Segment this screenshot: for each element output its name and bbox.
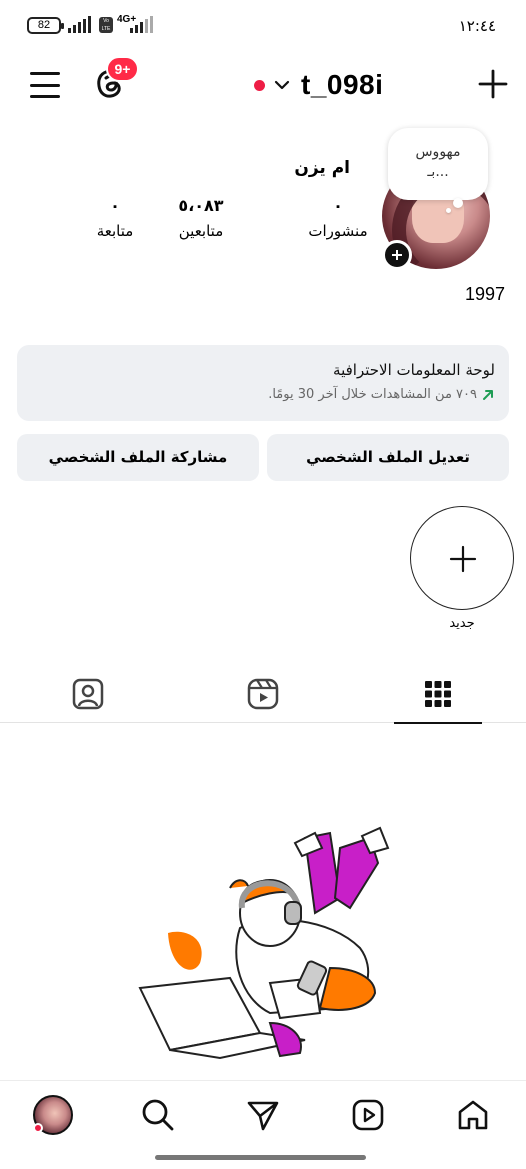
nav-messages[interactable] <box>243 1095 283 1135</box>
tab-reels[interactable] <box>219 665 307 723</box>
new-highlight-button[interactable] <box>410 506 514 610</box>
battery-indicator: 82 <box>27 17 64 34</box>
note-text-line1: مهووس <box>415 144 461 160</box>
following-label: متابعة <box>96 222 134 240</box>
notification-badge: 9+ <box>106 56 139 82</box>
add-story-icon[interactable] <box>382 240 412 270</box>
profile-username: t_098i <box>301 69 384 100</box>
reels-nav-icon <box>352 1099 384 1131</box>
profile-tabs <box>0 665 526 724</box>
nav-profile[interactable] <box>33 1095 73 1135</box>
signal-icon <box>68 16 91 33</box>
plus-icon <box>449 545 477 573</box>
stat-following[interactable]: ٠ متابعة <box>60 196 170 240</box>
posts-count: ٠ <box>333 196 343 215</box>
reels-icon <box>247 678 279 710</box>
tab-grid[interactable] <box>394 665 482 724</box>
home-icon <box>458 1100 488 1130</box>
status-dot <box>254 79 265 91</box>
home-indicator[interactable] <box>155 1155 366 1160</box>
display-name: ام يزن <box>294 158 350 178</box>
dashboard-title: لوحة المعلومات الاحترافية <box>333 361 495 379</box>
create-icon[interactable] <box>478 69 508 99</box>
signal-2-icon <box>130 16 153 33</box>
following-count: ٠ <box>110 196 120 215</box>
status-dot-small <box>33 1123 43 1133</box>
status-bar: 82 Vo LTE 4G+ ١٢:٤٤ <box>0 0 526 50</box>
volte-icon: Vo LTE <box>99 17 113 33</box>
dashboard-subtitle: ٧٠٩ من المشاهدات خلال آخر 30 يومًا. <box>268 387 477 402</box>
tab-tagged[interactable] <box>44 665 132 723</box>
note-bubble-tail-small <box>446 208 451 213</box>
profile-bio: 1997 <box>465 284 506 304</box>
note-bubble[interactable]: مهووس بـ... <box>388 128 488 200</box>
professional-dashboard-card[interactable]: لوحة المعلومات الاحترافية ٧٠٩ من المشاهد… <box>17 345 509 421</box>
note-bubble-tail <box>453 198 463 208</box>
edit-profile-button[interactable]: تعديل الملف الشخصي <box>267 434 509 481</box>
note-text-line2: بـ... <box>427 164 449 180</box>
chevron-down-icon <box>274 80 290 90</box>
new-highlight-label: جديد <box>449 616 475 631</box>
send-icon <box>247 1101 279 1131</box>
grid-icon <box>425 681 451 707</box>
share-profile-button[interactable]: مشاركة الملف الشخصي <box>17 434 259 481</box>
trend-up-icon <box>483 389 493 400</box>
posts-label: منشورات <box>308 222 368 240</box>
status-time: ١٢:٤٤ <box>458 17 496 35</box>
empty-posts-illustration <box>130 818 400 1068</box>
menu-icon[interactable] <box>30 70 60 100</box>
nav-reels[interactable] <box>348 1095 388 1135</box>
nav-home[interactable] <box>453 1095 493 1135</box>
stat-posts[interactable]: ٠ منشورات <box>283 196 393 240</box>
tagged-icon <box>72 678 104 710</box>
account-switcher[interactable]: t_098i <box>254 66 383 104</box>
search-icon <box>142 1099 174 1131</box>
nav-search[interactable] <box>138 1095 178 1135</box>
